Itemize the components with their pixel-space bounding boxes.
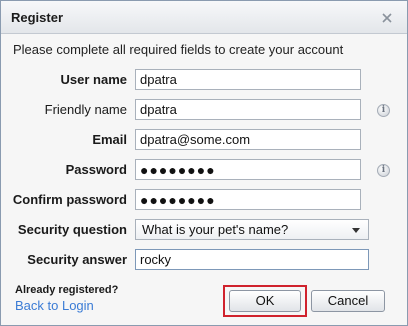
confirm-password-input[interactable]: ●●●●●●●●: [135, 189, 361, 210]
intro-text: Please complete all required fields to c…: [13, 42, 344, 57]
password-input[interactable]: ●●●●●●●●: [135, 159, 361, 180]
password-label: Password: [65, 162, 127, 177]
friendly-name-label: Friendly name: [44, 102, 127, 117]
security-answer-label: Security answer: [27, 252, 127, 267]
dialog-title: Register: [11, 10, 64, 25]
email-label: Email: [92, 132, 127, 147]
title-bar: Register: [1, 1, 407, 34]
security-question-select[interactable]: What is your pet's name?: [135, 219, 369, 240]
back-to-login-link[interactable]: Back to Login: [15, 298, 94, 313]
security-question-label: Security question: [17, 222, 127, 237]
register-dialog: Register Please complete all required fi…: [0, 0, 408, 326]
chevron-down-icon: [352, 228, 360, 233]
ok-button[interactable]: OK: [229, 290, 301, 312]
cancel-button[interactable]: Cancel: [311, 290, 385, 312]
security-answer-input[interactable]: [135, 249, 369, 270]
info-icon[interactable]: i: [377, 104, 390, 117]
friendly-name-input[interactable]: [135, 99, 361, 120]
close-icon[interactable]: [381, 12, 393, 24]
security-question-value: What is your pet's name?: [142, 222, 289, 237]
user-name-input[interactable]: [135, 69, 361, 90]
info-icon[interactable]: i: [377, 164, 390, 177]
already-registered-text: Already registered?: [15, 284, 119, 296]
user-name-label: User name: [60, 72, 127, 87]
confirm-password-label: Confirm password: [12, 192, 127, 207]
email-input[interactable]: [135, 129, 361, 150]
